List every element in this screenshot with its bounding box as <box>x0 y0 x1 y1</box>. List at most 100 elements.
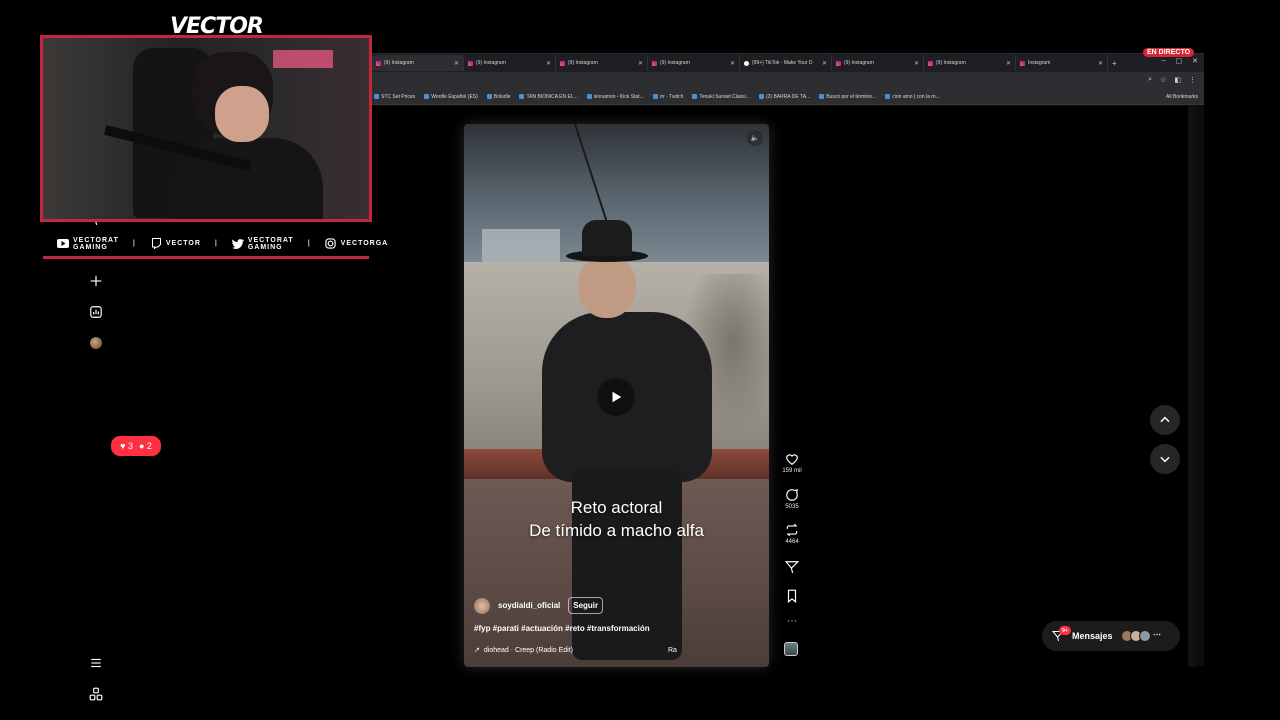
like-action[interactable]: 159 mil <box>778 452 806 474</box>
bookmark-label: (2) BARRA DE TA... <box>765 93 811 100</box>
instagram-icon <box>836 60 841 66</box>
caption-line-1: Reto actoral <box>570 498 663 517</box>
menu-dots-icon[interactable]: ⋮ <box>1189 76 1196 84</box>
also-from-meta-icon[interactable] <box>88 686 104 702</box>
bookmark-label: sionamon - Kick Stat... <box>593 93 644 100</box>
social-handle-line1: VECTORAT <box>73 236 119 244</box>
bookmark-item[interactable]: Tenuki Sunset Classi... <box>692 94 750 100</box>
instagram-icon <box>560 60 565 66</box>
share-action[interactable] <box>778 560 806 576</box>
audio-thumbnail[interactable] <box>784 642 798 656</box>
tab-label: (9) Instagram <box>660 60 690 66</box>
tab-close-icon[interactable]: ✕ <box>1098 60 1103 67</box>
bookmark-favicon-icon <box>652 94 658 99</box>
reel-caption: Reto actoral De tímido a macho alfa <box>464 496 769 542</box>
chevron-up-icon <box>1160 416 1170 423</box>
play-button[interactable] <box>597 378 635 416</box>
tab-close-icon[interactable]: ✕ <box>914 60 919 67</box>
social-link: VECTORAT GAMING <box>57 237 119 251</box>
social-handle: VECTOR <box>166 240 201 247</box>
social-handle-line1: VECTORGA <box>340 240 389 247</box>
social-handle-line2: GAMING <box>247 243 283 251</box>
extension-icon[interactable]: ◧ <box>1174 76 1181 84</box>
instagram-icon <box>652 60 657 66</box>
tab-close-icon[interactable]: ✕ <box>546 60 551 67</box>
comment-icon <box>786 488 799 501</box>
more-options-icon[interactable]: ⋯ <box>778 616 806 627</box>
social-handle-line1: VECTOR <box>165 240 201 247</box>
tab-close-icon[interactable]: ✕ <box>730 60 735 67</box>
bookmark-label: rrr - Twitch <box>659 93 684 100</box>
create-plus-icon[interactable] <box>88 273 104 289</box>
bookmark-label: Tenuki Sunset Classi... <box>699 93 750 100</box>
browser-tab[interactable]: (9) Instagram ✕ <box>924 55 1016 71</box>
reel-video[interactable]: 🔈 Reto actoral De tímido a macho alfa so… <box>464 124 769 667</box>
profile-avatar[interactable] <box>88 335 104 351</box>
tab-close-icon[interactable]: ✕ <box>454 60 459 67</box>
save-action[interactable] <box>778 589 806 605</box>
bookmark-item[interactable]: sionamon - Kick Stat... <box>586 93 644 100</box>
tab-close-icon[interactable]: ✕ <box>822 60 827 67</box>
follow-button[interactable]: Seguir <box>568 597 604 614</box>
bookmark-label: Buscó por el término... <box>826 93 877 100</box>
page-scrollbar[interactable] <box>1188 106 1196 667</box>
live-badge: EN DIRECTO <box>1143 48 1195 57</box>
social-handle-line2: GAMING <box>73 243 108 251</box>
bookmark-favicon-icon <box>885 94 891 99</box>
dashboard-icon[interactable] <box>88 304 104 320</box>
bookmark-favicon-icon <box>586 94 592 99</box>
webcam-frame <box>40 35 372 222</box>
bookmark-item[interactable]: rrr - Twitch <box>652 93 684 100</box>
tab-label: (9) Instagram <box>476 60 506 66</box>
bookmark-label: STC Set Prices <box>381 93 416 100</box>
bookmark-item[interactable]: (2) BARRA DE TA... <box>758 93 811 100</box>
mute-icon[interactable]: 🔈 <box>747 130 763 146</box>
stream-frame: (9) Instagram ✕ (9) Instagram ✕ (9) Instagra… <box>0 0 1280 720</box>
instagram-icon <box>928 60 933 66</box>
social-separator: | <box>307 240 311 247</box>
next-reel-button[interactable] <box>1150 444 1180 474</box>
bookmark-item[interactable]: Boludle <box>486 94 510 100</box>
browser-tab[interactable]: (9) Instagram ✕ <box>372 55 464 71</box>
bookmark-item[interactable]: TAN BIONICA EN EL... <box>519 94 578 100</box>
messages-avatars: ⋯ <box>1121 630 1165 642</box>
reel-hashtags[interactable]: #fyp #parati #actuación #reto #transform… <box>474 624 650 633</box>
bookmark-item[interactable]: STC Set Prices <box>374 94 415 100</box>
previous-reel-button[interactable] <box>1150 405 1180 435</box>
messages-dock[interactable]: 9+ Mensajes ⋯ <box>1042 621 1180 651</box>
youtube-icon <box>57 239 69 249</box>
bookmark-star-icon[interactable]: ☆ <box>1160 76 1166 84</box>
browser-tab[interactable]: (9) Instagram ✕ <box>464 55 556 71</box>
likes-count: 159 mil <box>782 468 802 474</box>
all-bookmarks[interactable]: All Bookmarks <box>1166 94 1198 100</box>
audio-title: diohead · Creep (Radio Edit) <box>483 646 573 654</box>
minimize-icon[interactable]: – <box>1162 57 1166 65</box>
bookmark-item[interactable]: Buscó por el término... <box>819 94 876 100</box>
browser-tab[interactable]: (9) Instagram ✕ <box>648 55 740 71</box>
author-avatar[interactable] <box>474 597 490 614</box>
tab-close-icon[interactable]: ✕ <box>638 60 643 67</box>
browser-tab[interactable]: (9) Instagram ✕ <box>832 55 924 71</box>
new-tab-icon[interactable]: + <box>1112 59 1117 68</box>
repost-action[interactable]: 4464 <box>778 523 806 545</box>
browser-tab[interactable]: Instagram ✕ <box>1016 55 1108 71</box>
maximize-icon[interactable]: ▢ <box>1176 57 1183 65</box>
more-menu-icon[interactable] <box>88 655 104 671</box>
zoom-icon[interactable]: ⌕ <box>1148 76 1152 84</box>
instagram-icon <box>468 60 473 66</box>
tab-close-icon[interactable]: ✕ <box>1006 60 1011 67</box>
comment-action[interactable]: 5035 <box>778 488 806 510</box>
tab-label: Instagram <box>1028 60 1051 66</box>
bookmark-favicon-icon <box>758 94 764 99</box>
instagram-icon <box>1020 60 1025 66</box>
bookmark-item[interactable]: cion amo | con la m... <box>885 94 940 100</box>
author-username[interactable]: soydialdi_oficial <box>498 601 560 610</box>
notifications-popup[interactable]: ♥ 3 ● 2 <box>111 436 161 456</box>
browser-tab[interactable]: (99+) TikTok - Make Your D ✕ <box>740 55 832 71</box>
follows-count: ● 2 <box>138 441 152 451</box>
browser-tab[interactable]: (9) Instagram ✕ <box>556 55 648 71</box>
reel-audio[interactable]: ↗ diohead · Creep (Radio Edit) Ra <box>474 646 764 655</box>
social-handle: VECTORAT GAMING <box>73 237 119 251</box>
close-icon[interactable]: ✕ <box>1192 57 1198 65</box>
bookmark-item[interactable]: Wordle Español (ES) <box>424 94 478 100</box>
